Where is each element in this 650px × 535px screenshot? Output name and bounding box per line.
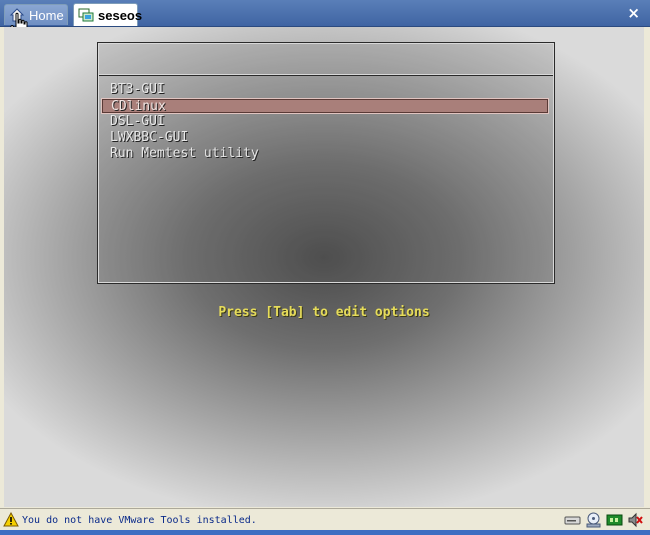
network-icon[interactable] bbox=[606, 512, 623, 528]
vm-screen[interactable]: BT3-GUI CDlinux DSL-GUI LWXBBC-GUI Run M… bbox=[4, 27, 644, 507]
status-message: You do not have VMware Tools installed. bbox=[22, 514, 257, 526]
boot-menu-title-area bbox=[99, 44, 553, 75]
device-tray bbox=[564, 512, 644, 528]
close-tab-button[interactable]: × bbox=[627, 4, 640, 22]
status-bar: You do not have VMware Tools installed. bbox=[0, 508, 650, 531]
boot-menu-item-bt3-gui[interactable]: BT3-GUI bbox=[101, 82, 549, 98]
boot-menu-item-lwxbbc-gui[interactable]: LWXBBC-GUI bbox=[101, 130, 549, 146]
edit-options-hint: Press [Tab] to edit options bbox=[218, 305, 430, 320]
boot-menu-list: BT3-GUI CDlinux DSL-GUI LWXBBC-GUI Run M… bbox=[99, 82, 553, 162]
vmware-window: Home seseos × BT3-GUI CDlinux DSL-GUI LW… bbox=[0, 0, 650, 535]
boot-menu-item-dsl-gui[interactable]: DSL-GUI bbox=[101, 114, 549, 130]
tab-seseos-label: seseos bbox=[98, 7, 143, 23]
boot-menu-item-cdlinux[interactable]: CDlinux bbox=[101, 98, 549, 114]
cdrom-icon[interactable] bbox=[585, 512, 602, 528]
boot-menu-item-memtest[interactable]: Run Memtest utility bbox=[101, 146, 549, 162]
tab-bar: Home seseos × bbox=[0, 0, 650, 27]
audio-icon[interactable] bbox=[627, 512, 644, 528]
boot-menu: BT3-GUI CDlinux DSL-GUI LWXBBC-GUI Run M… bbox=[98, 43, 554, 283]
hard-disk-icon[interactable] bbox=[564, 512, 581, 528]
warning-icon[interactable] bbox=[3, 511, 19, 528]
vm-icon bbox=[78, 7, 94, 23]
tab-home-label: Home bbox=[29, 7, 64, 23]
taskbar-edge bbox=[0, 530, 650, 535]
tab-seseos[interactable]: seseos bbox=[73, 3, 142, 26]
